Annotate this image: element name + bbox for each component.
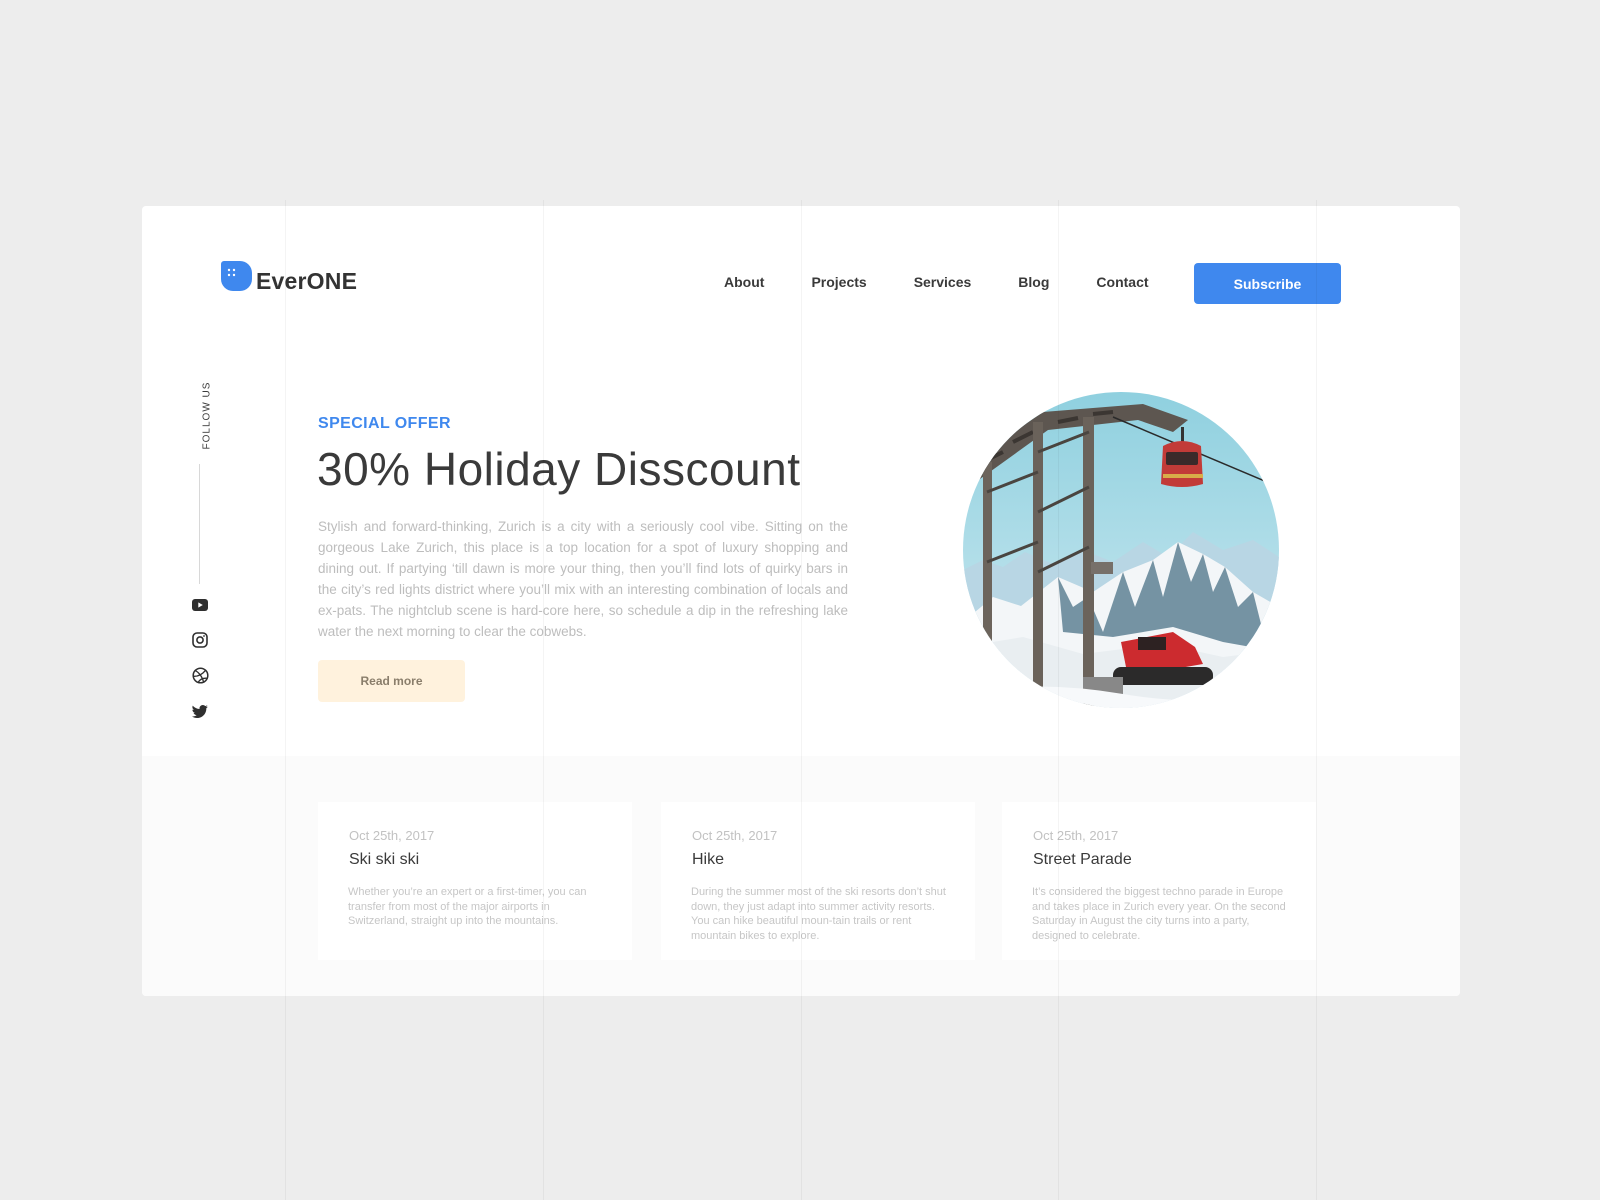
nav-item-services[interactable]: Services bbox=[914, 274, 972, 290]
event-description: It’s considered the biggest techno parad… bbox=[1032, 886, 1286, 942]
nav-item-blog[interactable]: Blog bbox=[1018, 274, 1049, 290]
brand-name: EverONE bbox=[256, 268, 358, 294]
brand-logo[interactable]: EverONE bbox=[221, 256, 357, 295]
hero-description: Stylish and forward-thinking, Zurich is … bbox=[318, 519, 848, 639]
follow-us-text: FOLLOW US bbox=[201, 381, 213, 450]
subscribe-button[interactable]: Subscribe bbox=[1194, 263, 1341, 304]
youtube-icon[interactable] bbox=[190, 595, 210, 615]
hero-headline: 30% Holiday Disscount bbox=[317, 443, 801, 495]
nav-item-contact[interactable]: Contact bbox=[1096, 274, 1148, 290]
event-card-hike[interactable]: Oct 25th, 2017 Hike During the summer mo… bbox=[661, 802, 975, 960]
event-date: Oct 25th, 2017 bbox=[1033, 828, 1119, 843]
event-title: Hike bbox=[692, 851, 725, 868]
hero-photo-ski-lift bbox=[963, 392, 1279, 708]
read-more-button[interactable]: Read more bbox=[318, 660, 465, 702]
instagram-icon[interactable] bbox=[190, 630, 210, 650]
main-nav: About Projects Services Blog Contact bbox=[724, 274, 1149, 290]
follow-divider bbox=[199, 464, 200, 584]
event-date: Oct 25th, 2017 bbox=[692, 828, 778, 843]
nav-item-projects[interactable]: Projects bbox=[811, 274, 866, 290]
follow-us-label: FOLLOW US bbox=[200, 382, 214, 452]
event-description: Whether you’re an expert or a first-time… bbox=[348, 886, 587, 927]
event-description: During the summer most of the ski resort… bbox=[691, 886, 946, 942]
twitter-icon[interactable] bbox=[190, 701, 210, 721]
event-card-street-parade[interactable]: Oct 25th, 2017 Street Parade It’s consid… bbox=[1002, 802, 1316, 960]
nav-item-about[interactable]: About bbox=[724, 274, 764, 290]
event-title: Ski ski ski bbox=[349, 851, 420, 868]
logo-mark-icon bbox=[221, 260, 252, 291]
event-date: Oct 25th, 2017 bbox=[349, 828, 435, 843]
event-title: Street Parade bbox=[1033, 851, 1132, 868]
special-offer-label: SPECIAL OFFER bbox=[318, 415, 451, 432]
event-card-ski[interactable]: Oct 25th, 2017 Ski ski ski Whether you’r… bbox=[318, 802, 632, 960]
landing-card: EverONE About Projects Services Blog Con… bbox=[142, 206, 1460, 996]
dribbble-icon[interactable] bbox=[190, 665, 210, 685]
